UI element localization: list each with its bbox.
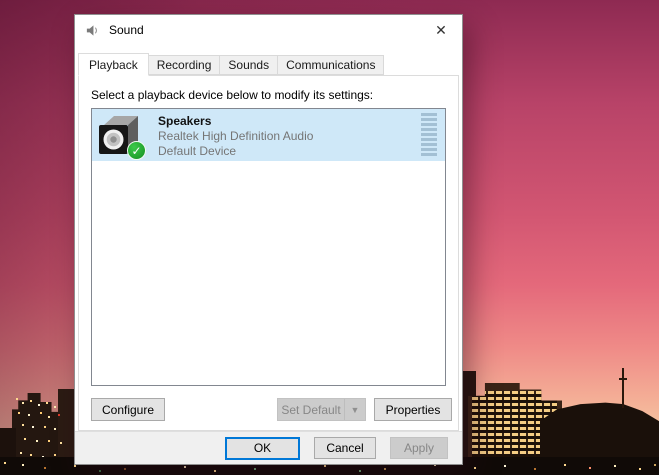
speaker-device-icon: ✓ [98,113,146,160]
building-window-lights [16,398,18,400]
set-default-split-button[interactable]: Set Default ▼ [277,398,366,421]
cancel-button[interactable]: Cancel [314,437,376,459]
ok-button[interactable]: OK [225,436,300,460]
desktop: Sound ✕ Playback Recording Sounds Commun… [0,0,659,475]
level-meter-icon [421,113,437,157]
device-text: Speakers Realtek High Definition Audio D… [158,114,313,158]
device-name: Speakers [158,114,212,128]
device-status: Default Device [158,144,237,158]
city-lights [4,462,6,464]
default-check-icon: ✓ [127,141,146,160]
list-item-speakers[interactable]: ✓ Speakers Realtek High Definition Audio… [92,109,445,161]
titlebar[interactable]: Sound ✕ [75,15,462,45]
playback-tab-page: Select a playback device below to modify… [78,75,459,431]
tab-sounds[interactable]: Sounds [220,55,279,75]
window-title: Sound [109,23,144,37]
tabstrip: Playback Recording Sounds Communications [78,52,459,76]
speaker-app-icon [86,24,98,36]
instruction-text: Select a playback device below to modify… [91,88,374,102]
radio-tower [619,368,627,408]
tab-playback[interactable]: Playback [78,53,149,76]
panel-buttons: Configure Set Default ▼ Properties [79,398,458,421]
playback-device-list[interactable]: ✓ Speakers Realtek High Definition Audio… [91,108,446,386]
chevron-down-icon[interactable]: ▼ [344,399,365,420]
apply-button[interactable]: Apply [390,437,448,459]
set-default-button[interactable]: Set Default [278,399,344,420]
close-icon[interactable]: ✕ [420,15,462,45]
tab-communications[interactable]: Communications [278,55,385,75]
dialog-footer: OK Cancel Apply [75,431,462,464]
device-description: Realtek High Definition Audio [158,129,314,143]
configure-button[interactable]: Configure [91,398,165,421]
properties-button[interactable]: Properties [374,398,452,421]
sound-dialog: Sound ✕ Playback Recording Sounds Commun… [75,15,462,464]
tab-recording[interactable]: Recording [148,55,221,75]
